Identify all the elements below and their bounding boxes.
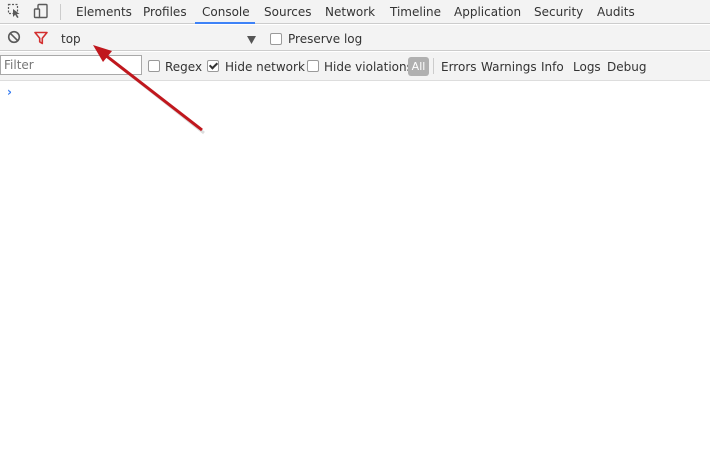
device-toolbar-icon[interactable]: [33, 3, 49, 19]
tab-sources[interactable]: Sources: [264, 5, 311, 19]
tab-security[interactable]: Security: [534, 5, 583, 19]
regex-checkbox[interactable]: [148, 60, 160, 72]
devtools-tab-bar: Elements Profiles Console Sources Networ…: [0, 0, 710, 24]
context-selector-value[interactable]: top: [61, 32, 81, 46]
tab-application[interactable]: Application: [454, 5, 521, 19]
level-errors-button[interactable]: Errors: [441, 60, 477, 74]
hide-violations-label: Hide violations: [324, 60, 413, 74]
level-divider: [433, 58, 434, 74]
filter-input[interactable]: [0, 55, 142, 75]
level-debug-button[interactable]: Debug: [607, 60, 646, 74]
active-tab-indicator: [195, 22, 255, 24]
console-output-area[interactable]: [0, 81, 710, 476]
console-filter-bar: Regex Hide network Hide violations All E…: [0, 52, 710, 81]
clear-console-icon[interactable]: [7, 30, 21, 44]
tab-network[interactable]: Network: [325, 5, 375, 19]
context-dropdown-icon[interactable]: [247, 33, 256, 47]
console-toolbar: top Preserve log: [0, 25, 710, 51]
tab-elements[interactable]: Elements: [76, 5, 132, 19]
preserve-log-checkbox[interactable]: [270, 33, 282, 45]
tab-console[interactable]: Console: [202, 5, 250, 19]
filter-icon[interactable]: [34, 31, 48, 45]
tab-timeline[interactable]: Timeline: [390, 5, 441, 19]
preserve-log-label: Preserve log: [288, 32, 363, 46]
tab-audits[interactable]: Audits: [597, 5, 635, 19]
tab-profiles[interactable]: Profiles: [143, 5, 187, 19]
inspect-element-icon[interactable]: [7, 3, 23, 19]
console-prompt-icon[interactable]: ›: [7, 86, 12, 98]
level-all-button[interactable]: All: [408, 57, 429, 76]
regex-label: Regex: [165, 60, 203, 74]
level-logs-button[interactable]: Logs: [573, 60, 601, 74]
hide-violations-checkbox[interactable]: [307, 60, 319, 72]
toolbar-divider: [60, 4, 61, 20]
level-info-button[interactable]: Info: [541, 60, 564, 74]
level-warnings-button[interactable]: Warnings: [481, 60, 537, 74]
hide-network-label: Hide network: [225, 60, 305, 74]
hide-network-checkbox[interactable]: [207, 60, 219, 72]
